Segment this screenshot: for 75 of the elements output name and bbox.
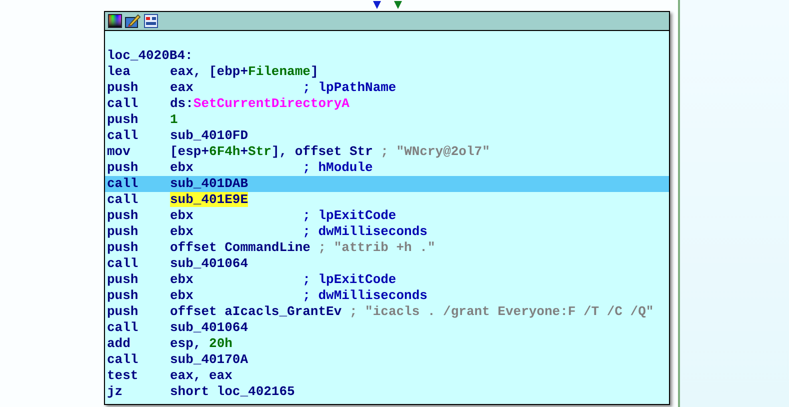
operand: 1 [170, 112, 179, 128]
operand: [esp+6F4h+Str], offset Str [170, 144, 373, 160]
operand: sub_401DAB [170, 176, 250, 192]
mnemonic: call [107, 256, 140, 272]
code-line[interactable]: lea eax, [ebp+Filename] [105, 64, 669, 80]
operand: ds:SetCurrentDirectoryA [170, 96, 350, 112]
comment: ; dwMilliseconds [302, 288, 428, 304]
location-label: loc_4020B4: [107, 48, 193, 64]
code-line[interactable]: call sub_401E9E [105, 192, 669, 208]
comment: ; lpExitCode [302, 208, 396, 224]
operand: ebx [170, 160, 194, 176]
operand: ebx [170, 288, 194, 304]
code-line[interactable]: push ebx ; hModule [105, 160, 669, 176]
code-line[interactable]: call sub_401064 [105, 320, 669, 336]
mnemonic: push [107, 208, 140, 224]
mnemonic: call [107, 96, 140, 112]
mnemonic: jz [107, 384, 124, 400]
mnemonic: push [107, 272, 140, 288]
mnemonic: push [107, 240, 140, 256]
comment: ; dwMilliseconds [302, 224, 428, 240]
code-line[interactable]: call sub_40170A [105, 352, 669, 368]
operand: sub_401064 [170, 320, 250, 336]
operand: eax, eax [170, 368, 234, 384]
mnemonic: push [107, 112, 140, 128]
mnemonic: call [107, 128, 140, 144]
graph-view-icon[interactable] [144, 14, 158, 28]
operand: offset CommandLine [170, 240, 310, 256]
code-line[interactable]: push eax ; lpPathName [105, 80, 669, 96]
operand: sub_401E9E [170, 192, 250, 208]
operand: ebx [170, 272, 194, 288]
code-line[interactable]: push ebx ; dwMilliseconds [105, 288, 669, 304]
pencil-edit-icon[interactable] [125, 14, 141, 28]
mnemonic: mov [107, 144, 132, 160]
mnemonic: push [107, 80, 140, 96]
operand: esp, 20h [170, 336, 234, 352]
mnemonic: test [107, 368, 140, 384]
code-line[interactable]: push ebx ; lpExitCode [105, 208, 669, 224]
operand: sub_401064 [170, 256, 250, 272]
code-line[interactable]: push 1 [105, 112, 669, 128]
code-line[interactable]: call ds:SetCurrentDirectoryA [105, 96, 669, 112]
code-line[interactable]: push offset aIcacls_GrantEv ; "icacls . /grant Everyone:F /T /C /Q" [105, 304, 669, 320]
comment: ; "WNcry@2ol7" [380, 144, 490, 160]
code-line[interactable]: mov [esp+6F4h+Str], offset Str ; "WNcry@2ol7" [105, 144, 669, 160]
comment: ; "icacls . /grant Everyone:F /T /C /Q" [349, 304, 654, 320]
mnemonic: call [107, 176, 140, 192]
mnemonic: push [107, 160, 140, 176]
comment: ; "attrib +h ." [318, 240, 436, 256]
code-line[interactable]: push ebx ; dwMilliseconds [105, 224, 669, 240]
color-palette-icon[interactable] [108, 14, 122, 28]
operand: short loc_402165 [170, 384, 295, 400]
operand: sub_40170A [170, 352, 250, 368]
mnemonic: call [107, 192, 140, 208]
mnemonic: push [107, 224, 140, 240]
code-line[interactable]: add esp, 20h [105, 336, 669, 352]
mnemonic: push [107, 288, 140, 304]
operand: sub_4010FD [170, 128, 250, 144]
mnemonic: push [107, 304, 140, 320]
code-line[interactable]: call sub_4010FD [105, 128, 669, 144]
code-line[interactable]: push ebx ; lpExitCode [105, 272, 669, 288]
code-line[interactable]: test eax, eax [105, 368, 669, 384]
operand: offset aIcacls_GrantEv [170, 304, 342, 320]
mnemonic: lea [107, 64, 132, 80]
operand: eax, [ebp+Filename] [170, 64, 318, 80]
comment: ; hModule [302, 160, 373, 176]
code-line[interactable]: push offset CommandLine ; "attrib +h ." [105, 240, 669, 256]
operand: eax [170, 80, 194, 96]
comment: ; lpExitCode [302, 272, 396, 288]
operand: ebx [170, 224, 194, 240]
operand: ebx [170, 208, 194, 224]
code-line[interactable]: call sub_401064 [105, 256, 669, 272]
mnemonic: call [107, 320, 140, 336]
mnemonic: call [107, 352, 140, 368]
code-line[interactable]: jz short loc_402165 [105, 384, 669, 400]
mnemonic: add [107, 336, 132, 352]
comment: ; lpPathName [302, 80, 396, 96]
